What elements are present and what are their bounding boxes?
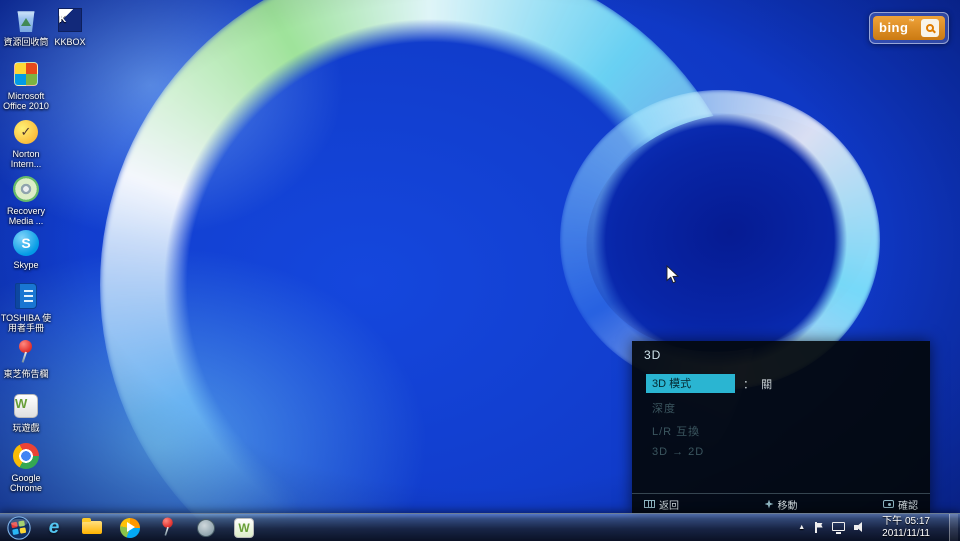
norton-icon: ✓ — [11, 117, 41, 147]
osd-item-3d-mode-label: 3D 模式 — [646, 374, 736, 393]
office-icon — [11, 59, 41, 89]
move-icon — [764, 499, 774, 509]
hint-label: 確認 — [898, 500, 918, 512]
pushpin-icon — [158, 517, 177, 539]
desktop-icon-recovery-media[interactable]: Recovery Media ... — [0, 174, 52, 226]
hint-label: 返回 — [659, 500, 679, 512]
mouse-cursor — [666, 265, 680, 284]
taskbar-explorer-button[interactable] — [76, 516, 108, 540]
bing-logo: bing™ — [879, 19, 915, 35]
internet-explorer-icon: e — [48, 516, 60, 538]
wildtangent-games-icon: W — [234, 517, 254, 538]
recycle-bin-icon — [11, 5, 41, 35]
back-icon — [644, 500, 655, 508]
show-desktop-button[interactable] — [949, 513, 958, 541]
network-icon[interactable] — [832, 522, 846, 534]
wildtangent-games-icon: W — [11, 391, 41, 421]
desktop-icon-label: Skype — [13, 260, 39, 270]
osd-item-3d-mode-value: ： 關 — [743, 378, 775, 391]
kkbox-icon: K — [55, 5, 85, 35]
desktop: 資源回收筒 K KKBOX Microsoft Office 2010 ✓ No… — [0, 0, 960, 541]
osd-footer: 返回 移動 確認 — [632, 493, 930, 514]
pushpin-icon — [11, 337, 41, 367]
desktop-icon-label: 玩遊戲 — [12, 423, 40, 433]
action-center-icon[interactable] — [814, 522, 823, 533]
osd-item-3d-to-2d-label: 3D → 2D — [652, 446, 705, 458]
desktop-icon-label: 東芝佈告欄 — [3, 369, 49, 379]
desktop-icon-games[interactable]: W 玩遊戲 — [0, 391, 52, 433]
taskbar: e W ▲ 下午 05:17 2011/11/11 — [0, 513, 960, 541]
osd-item-3d-mode: 3D 模式 ： 關 — [646, 374, 916, 393]
desktop-icon-label: Microsoft Office 2010 — [3, 91, 49, 111]
wallpaper-glow-bottomleft — [0, 230, 450, 541]
desktop-icon-label: KKBOX — [54, 37, 86, 47]
osd-title: 3D — [644, 348, 662, 362]
bing-gadget[interactable]: bing™ — [869, 12, 950, 44]
start-button[interactable] — [6, 515, 32, 541]
chrome-icon — [11, 441, 41, 471]
user-manual-book-icon — [11, 281, 41, 311]
desktop-icon-toshiba-manual[interactable]: TOSHIBA 使用者手冊 — [0, 281, 52, 333]
osd-item-lr-swap: L/R 互換 — [646, 423, 916, 439]
desktop-icon-norton[interactable]: ✓ Norton Intern... — [0, 117, 52, 169]
system-tray: ▲ 下午 05:17 2011/11/11 — [798, 513, 960, 541]
osd-item-depth: 深度 — [646, 400, 916, 416]
taskbar-wildtangent-button[interactable]: W — [228, 516, 260, 540]
recovery-disc-icon — [11, 174, 41, 204]
desktop-icon-label: 資源回收筒 — [3, 37, 49, 47]
windows-logo-icon — [7, 515, 31, 540]
wallpaper-swirl-inner — [235, 115, 665, 541]
taskbar-reeltime-button[interactable] — [190, 516, 222, 540]
clock-date: 2011/11/11 — [882, 527, 930, 539]
ok-icon — [883, 500, 894, 508]
clock-dial-icon — [197, 518, 215, 537]
osd-item-depth-label: 深度 — [652, 403, 676, 415]
folder-icon — [82, 518, 102, 534]
desktop-icon-label: Recovery Media ... — [6, 206, 45, 226]
osd-item-lr-swap-label: L/R 互換 — [652, 426, 701, 438]
search-button[interactable] — [921, 19, 940, 37]
wallpaper-swirl-eye — [560, 83, 900, 382]
volume-icon[interactable] — [854, 522, 867, 534]
desktop-icon-skype[interactable]: S Skype — [0, 228, 52, 270]
desktop-icon-office[interactable]: Microsoft Office 2010 — [0, 59, 52, 111]
search-icon — [926, 24, 935, 32]
clock-time: 下午 05:17 — [882, 515, 930, 527]
desktop-icon-chrome[interactable]: Google Chrome — [0, 441, 52, 493]
osd-hint-confirm: 確認 — [883, 497, 918, 512]
media-player-icon — [120, 517, 140, 538]
desktop-icon-label: Google Chrome — [9, 473, 42, 493]
taskbar-bulletin-button[interactable] — [152, 516, 184, 540]
hint-label: 移動 — [777, 500, 798, 512]
taskbar-buttons: e W — [38, 516, 260, 540]
taskbar-ie-button[interactable]: e — [38, 516, 70, 540]
skype-icon: S — [11, 228, 41, 258]
osd-item-3d-to-2d: 3D → 2D — [646, 446, 916, 458]
osd-item-list: 3D 模式 ： 關 深度 L/R 互換 3D → 2D — [632, 372, 930, 467]
show-hidden-icons-button[interactable]: ▲ — [798, 524, 805, 531]
osd-hint-move: 移動 — [764, 497, 798, 512]
taskbar-media-player-button[interactable] — [114, 516, 146, 540]
desktop-icon-kkbox[interactable]: K KKBOX — [44, 5, 96, 47]
osd-3d-menu: 3D 3D 模式 ： 關 深度 L/R 互換 3D → 2D 返回 移動 確認 — [632, 341, 930, 514]
osd-hint-back: 返回 — [644, 497, 679, 512]
desktop-icon-label: TOSHIBA 使用者手冊 — [0, 313, 52, 333]
taskbar-clock[interactable]: 下午 05:17 2011/11/11 — [876, 516, 936, 540]
desktop-icon-toshiba-bulletin[interactable]: 東芝佈告欄 — [0, 337, 52, 379]
desktop-icon-label: Norton Intern... — [10, 149, 42, 169]
